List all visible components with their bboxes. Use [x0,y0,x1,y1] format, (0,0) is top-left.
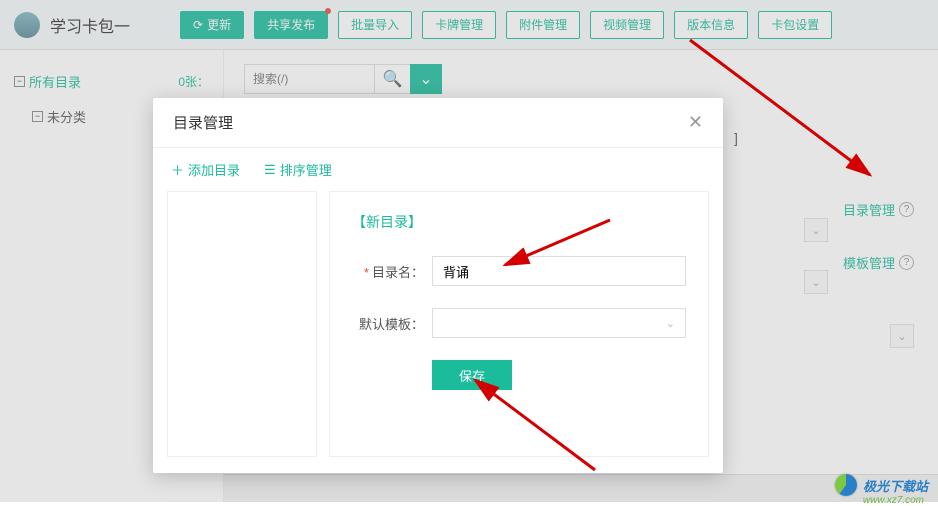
modal-title: 目录管理 [173,112,233,133]
default-template-label: 默认模板： [352,314,424,333]
watermark-text: 极光下载站 [863,476,928,495]
watermark-url: www.xz7.com [863,495,924,506]
watermark-logo-icon [835,474,857,496]
chevron-down-icon: ⌄ [666,317,675,330]
add-directory-button[interactable]: ＋添加目录 [171,160,240,179]
form-heading: 【新目录】 [352,212,686,232]
directory-manage-modal: 目录管理 ✕ ＋添加目录 ☰排序管理 【新目录】 *目录名： 默认模板： ⌄ 保… [153,98,723,473]
watermark: 极光下载站 [835,474,928,496]
plus-icon: ＋ [171,160,184,179]
close-icon: ✕ [688,112,703,132]
modal-directory-list [167,191,317,457]
modal-form: 【新目录】 *目录名： 默认模板： ⌄ 保存 [329,191,709,457]
modal-close-button[interactable]: ✕ [688,112,703,133]
sort-manage-button[interactable]: ☰排序管理 [264,160,332,179]
list-icon: ☰ [264,162,276,178]
default-template-select[interactable]: ⌄ [432,308,686,338]
directory-name-input[interactable] [432,256,686,286]
save-button[interactable]: 保存 [432,360,512,390]
dir-name-label: *目录名： [352,262,424,281]
